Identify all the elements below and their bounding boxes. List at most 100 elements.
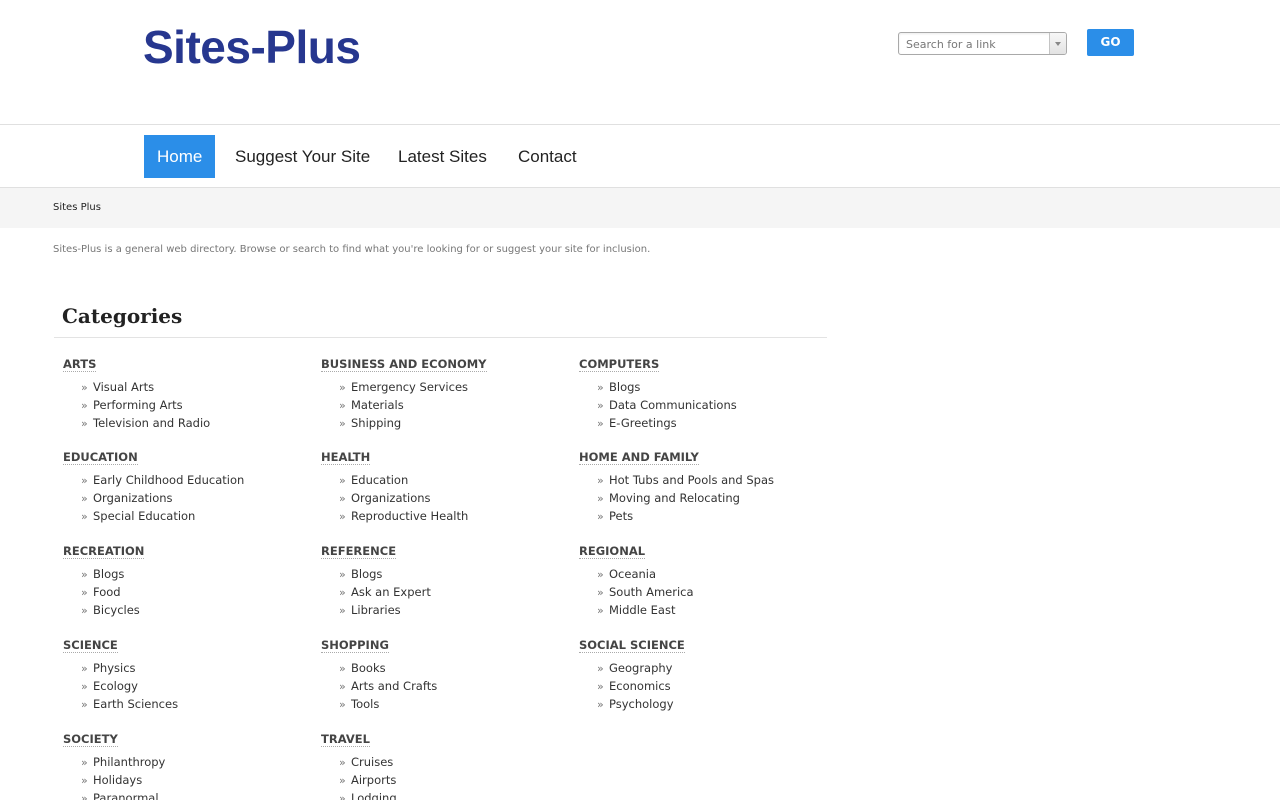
- category-title[interactable]: HEALTH: [321, 450, 371, 465]
- subcategory-list: » Philanthropy » Holidays » Paranormal: [63, 754, 303, 800]
- subcategory-link[interactable]: » Philanthropy: [63, 754, 303, 772]
- category-title[interactable]: ARTS: [63, 357, 97, 372]
- subcategory-link[interactable]: » Organizations: [321, 490, 561, 508]
- raquo-icon: »: [339, 756, 346, 769]
- subcategory-link[interactable]: » Psychology: [579, 696, 819, 714]
- subcategory-label: Books: [351, 661, 386, 675]
- category-title[interactable]: SOCIETY: [63, 732, 118, 747]
- subcategory-link[interactable]: » Libraries: [321, 602, 561, 620]
- subcategory-label: Middle East: [609, 602, 676, 617]
- subcategory-link[interactable]: » Ask an Expert: [321, 584, 561, 602]
- category-block: SHOPPING » Books » Arts and Crafts » Tools: [321, 634, 561, 713]
- subcategory-link[interactable]: » Early Childhood Education: [63, 472, 303, 490]
- site-logo[interactable]: Sites-Plus: [143, 22, 361, 72]
- intro-text: Sites-Plus is a general web directory. B…: [53, 244, 651, 255]
- subcategory-label: E-Greetings: [609, 415, 677, 430]
- subcategory-link[interactable]: » Shipping: [321, 415, 561, 433]
- category-title[interactable]: EDUCATION: [63, 450, 138, 465]
- subcategory-link[interactable]: » Reproductive Health: [321, 508, 561, 526]
- subcategory-list: » Blogs» Data Communications» E-Greetings: [579, 379, 819, 432]
- category-block: SOCIAL SCIENCE » Geography » Economics » Psych…: [579, 634, 819, 713]
- subcategory-link[interactable]: » Moving and Relocating: [579, 490, 819, 508]
- subcategory-label: Holidays: [93, 772, 143, 787]
- subcategory-label: Shipping: [351, 415, 402, 430]
- category-title[interactable]: REGIONAL: [579, 544, 646, 559]
- subcategory-link[interactable]: » Bicycles: [63, 602, 303, 620]
- category-block: SOCIETY » Philanthropy » Holidays » Paranormal: [63, 728, 303, 800]
- raquo-icon: »: [339, 398, 346, 412]
- subcategory-list: » Cruises » Airports » Lodging: [321, 754, 561, 800]
- subcategory-link[interactable]: » Oceania: [579, 566, 819, 584]
- divider: [54, 337, 827, 338]
- subcategory-link[interactable]: » Geography: [579, 660, 819, 678]
- raquo-icon: »: [339, 585, 346, 599]
- category-title[interactable]: COMPUTERS: [579, 357, 660, 372]
- category-title[interactable]: SHOPPING: [321, 638, 389, 653]
- subcategory-link[interactable]: » Pets: [579, 508, 819, 526]
- subcategory-list: » Hot Tubs and Pools and Spas » Moving and …: [579, 472, 819, 525]
- subcategory-link[interactable]: » Airports: [321, 772, 561, 790]
- raquo-icon: »: [339, 679, 346, 693]
- chevron-down-icon[interactable]: [1049, 33, 1066, 54]
- subcategory-link[interactable]: » Special Education: [63, 508, 303, 526]
- subcategory-link[interactable]: » Performing Arts: [63, 397, 303, 415]
- nav-latest-sites[interactable]: Latest Sites: [398, 135, 487, 178]
- subcategory-link[interactable]: » Television and Radio: [63, 415, 303, 433]
- category-title[interactable]: TRAVEL: [321, 732, 370, 747]
- subcategory-link[interactable]: » Economics: [579, 678, 819, 696]
- subcategory-link[interactable]: » Earth Sciences: [63, 696, 303, 714]
- category-title[interactable]: BUSINESS AND ECONOMY: [321, 357, 487, 372]
- subcategory-link[interactable]: » Organizations: [63, 490, 303, 508]
- subcategory-link[interactable]: » Data Communications: [579, 397, 819, 415]
- subcategory-link[interactable]: » Blogs: [63, 566, 303, 584]
- subcategory-list: » Blogs» Ask an Expert» Libraries: [321, 566, 561, 619]
- nav-home[interactable]: Home: [144, 135, 216, 178]
- subcategory-label: Libraries: [351, 602, 401, 617]
- category-title[interactable]: HOME AND FAMILY: [579, 450, 699, 465]
- subcategory-link[interactable]: » Blogs: [321, 566, 561, 584]
- subcategory-link[interactable]: » E-Greetings: [579, 415, 819, 433]
- search-input[interactable]: [899, 33, 1049, 54]
- subcategory-link[interactable]: » Tools: [321, 696, 561, 714]
- subcategory-list: » Visual Arts » Performing Arts » Television …: [63, 379, 303, 432]
- category-block: EDUCATION » Early Childhood Education » Orga…: [63, 446, 303, 525]
- raquo-icon: »: [597, 585, 604, 599]
- go-button[interactable]: GO: [1087, 29, 1134, 56]
- category-title[interactable]: SCIENCE: [63, 638, 118, 653]
- nav-suggest-your-site[interactable]: Suggest Your Site: [235, 135, 370, 178]
- subcategory-label: Hot Tubs and Pools and Spas: [609, 473, 775, 487]
- subcategory-link[interactable]: » Arts and Crafts: [321, 678, 561, 696]
- raquo-icon: »: [81, 568, 88, 581]
- subcategory-link[interactable]: » Middle East: [579, 602, 819, 620]
- breadcrumb[interactable]: Sites Plus: [53, 202, 101, 213]
- subcategory-link[interactable]: » Books: [321, 660, 561, 678]
- subcategory-link[interactable]: » Education: [321, 472, 561, 490]
- subcategory-link[interactable]: » Holidays: [63, 772, 303, 790]
- raquo-icon: »: [81, 416, 88, 430]
- subcategory-link[interactable]: » Food: [63, 584, 303, 602]
- breadcrumb-bar: Sites Plus: [0, 188, 1280, 228]
- subcategory-link[interactable]: » Paranormal: [63, 790, 303, 800]
- subcategory-link[interactable]: » Cruises: [321, 754, 561, 772]
- category-title[interactable]: RECREATION: [63, 544, 145, 559]
- subcategory-link[interactable]: » Physics: [63, 660, 303, 678]
- category-title[interactable]: REFERENCE: [321, 544, 397, 559]
- search-combobox[interactable]: [898, 32, 1067, 55]
- subcategory-link[interactable]: » Ecology: [63, 678, 303, 696]
- subcategory-link[interactable]: » Emergency Services: [321, 379, 561, 397]
- subcategory-link[interactable]: » Visual Arts: [63, 379, 303, 397]
- raquo-icon: »: [597, 603, 604, 617]
- subcategory-link[interactable]: » Hot Tubs and Pools and Spas: [579, 472, 819, 490]
- subcategory-link[interactable]: » Blogs: [579, 379, 819, 397]
- raquo-icon: »: [81, 585, 88, 599]
- subcategory-label: Television and Radio: [93, 415, 211, 430]
- subcategory-link[interactable]: » Lodging: [321, 790, 561, 800]
- subcategory-link[interactable]: » Materials: [321, 397, 561, 415]
- subcategory-list: » Oceania » South America » Middle East: [579, 566, 819, 619]
- subcategory-label: Physics: [93, 661, 136, 675]
- raquo-icon: »: [597, 697, 604, 711]
- category-title[interactable]: SOCIAL SCIENCE: [579, 638, 685, 653]
- subcategory-label: Lodging: [351, 790, 397, 800]
- subcategory-link[interactable]: » South America: [579, 584, 819, 602]
- nav-contact[interactable]: Contact: [518, 135, 577, 178]
